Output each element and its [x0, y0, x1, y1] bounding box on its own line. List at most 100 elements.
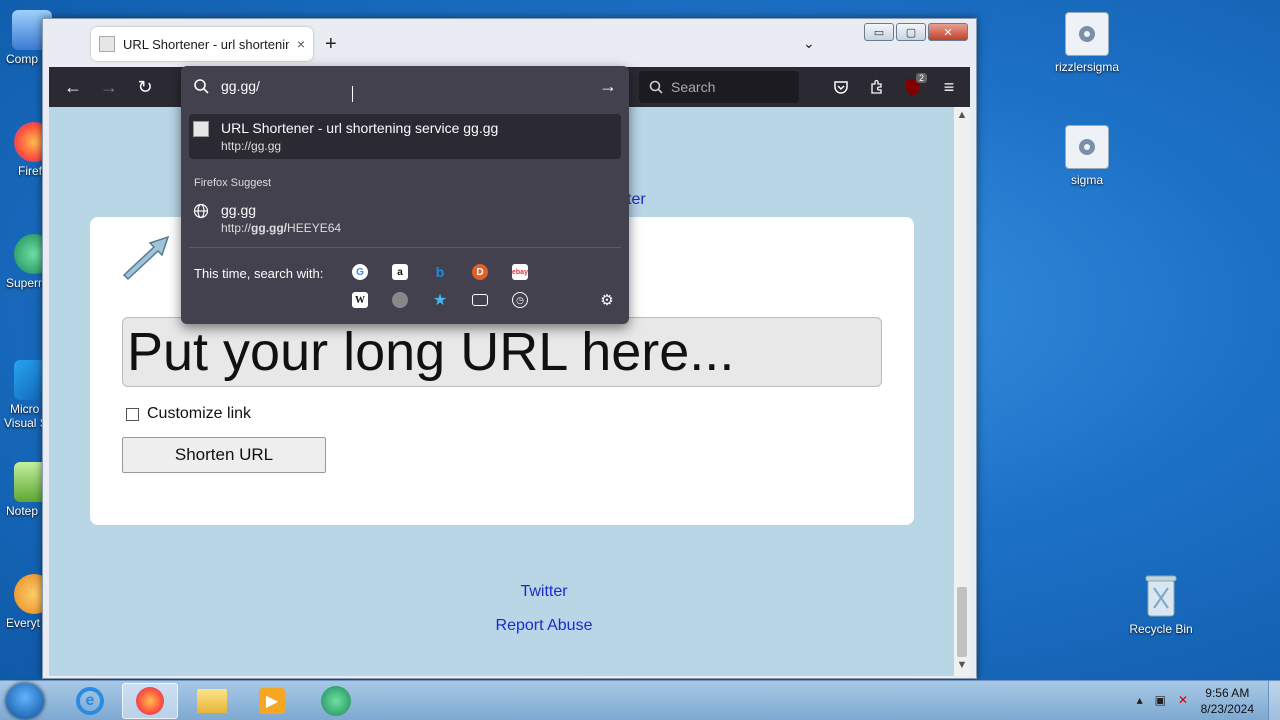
gear-file-icon [1065, 12, 1109, 56]
back-button[interactable]: ← [55, 71, 91, 103]
volume-muted-icon[interactable]: ✕ [1178, 693, 1188, 707]
taskbar-media-player[interactable]: ▶ [244, 683, 300, 719]
network-icon[interactable]: ▣ [1155, 693, 1166, 707]
desktop-icon-label: sigma [1070, 173, 1103, 187]
ublock-button[interactable]: 2 [897, 71, 929, 103]
media-player-icon: ▶ [259, 688, 285, 714]
urlbar-suggestion[interactable]: gg.gg http://gg.gg/HEEYE64 [189, 196, 621, 241]
taskbar-clock[interactable]: 9:56 AM 8/23/2024 [1201, 685, 1254, 717]
google-search-icon[interactable]: G [352, 264, 368, 280]
desktop-icon-label: Visual S [4, 416, 48, 430]
shorten-url-button[interactable]: Shorten URL [122, 437, 326, 473]
urlbar-result[interactable]: URL Shortener - url shortening service g… [189, 114, 621, 159]
desktop-icon-superm[interactable]: Superm [0, 234, 54, 290]
desktop-icon-recycle-bin[interactable]: Recycle Bin [1122, 574, 1200, 636]
customize-link-label: Customize link [147, 405, 252, 422]
desktop-icon-notepad[interactable]: Notep [0, 462, 54, 518]
customize-link-checkbox[interactable] [126, 407, 139, 421]
globe-icon [193, 203, 209, 219]
scroll-up-arrow-icon[interactable]: ▲ [954, 109, 970, 121]
firefox-suggest-header: Firefox Suggest [194, 177, 272, 189]
ebay-search-icon[interactable]: ebay [512, 264, 528, 280]
folder-icon [197, 689, 227, 713]
search-bar[interactable]: Search [639, 71, 799, 103]
amazon-search-icon[interactable]: a [392, 264, 408, 280]
long-url-input[interactable] [122, 317, 882, 387]
site-favicon-icon [99, 36, 115, 52]
minimize-button[interactable]: ▭ [864, 23, 894, 41]
taskbar-firefox[interactable] [122, 683, 178, 719]
window-controls: ▭ ▢ ✕ [864, 23, 968, 41]
clock-date: 8/23/2024 [1200, 702, 1254, 716]
taskbar-file-explorer[interactable] [184, 683, 240, 719]
search-icon [649, 80, 663, 94]
ublock-badge: 2 [915, 73, 927, 83]
suggestion-url: http://gg.gg/HEEYE64 [221, 221, 617, 235]
desktop-icon-label: Everyt [6, 616, 41, 630]
puzzle-icon [871, 79, 882, 94]
suggestion-url-host: gg.gg/ [251, 221, 288, 235]
customize-link-option[interactable]: Customize link [126, 405, 251, 423]
scrollbar-thumb[interactable] [957, 587, 967, 657]
close-window-button[interactable]: ✕ [928, 23, 968, 41]
tab-url-shortener[interactable]: URL Shortener - url shortening × [91, 27, 313, 61]
header-link[interactable]: ter [627, 191, 646, 209]
desktop-icon-firefox[interactable]: Firef [0, 122, 54, 178]
report-abuse-link[interactable]: Report Abuse [444, 617, 644, 635]
search-icon [194, 79, 209, 94]
maximize-button[interactable]: ▢ [896, 23, 926, 41]
new-tab-button[interactable]: + [325, 33, 337, 56]
forward-button[interactable]: → [91, 71, 127, 103]
desktop-icon-label: rizzlersigma [1054, 60, 1119, 74]
search-settings-gear-icon[interactable]: ⚙ [599, 292, 615, 309]
tab-title: URL Shortener - url shortening [123, 36, 289, 52]
search-engine-icon[interactable] [392, 292, 408, 308]
search-bar-placeholder: Search [671, 79, 716, 95]
suggestion-url-prefix: http:// [221, 221, 252, 235]
gear-file-icon [1065, 125, 1109, 169]
desktop-icon-sigma[interactable]: sigma [1048, 125, 1126, 187]
list-all-tabs-button[interactable]: ⌄ [803, 35, 815, 52]
clock-time: 9:56 AM [1205, 686, 1250, 700]
desktop-icon-vscode[interactable]: Micro Visual S [0, 360, 54, 430]
twitter-link[interactable]: Twitter [444, 583, 644, 601]
scroll-down-arrow-icon[interactable]: ▼ [954, 659, 970, 671]
show-desktop-button[interactable] [1268, 681, 1280, 720]
tab-close-icon[interactable]: × [297, 36, 305, 52]
go-arrow-button[interactable]: → [599, 76, 617, 97]
app-icon [321, 686, 351, 716]
app-menu-button[interactable]: ≡ [933, 71, 965, 103]
taskbar: e ▶ ▴ ▣ ✕ 9:56 AM 8/23/2024 [0, 680, 1280, 720]
desktop-icon-rizzlersigma[interactable]: rizzlersigma [1048, 12, 1126, 74]
duckduckgo-search-icon[interactable]: D [472, 264, 488, 280]
firefox-icon [136, 687, 164, 715]
taskbar-app[interactable] [308, 683, 364, 719]
search-with-label: This time, search with: [194, 266, 324, 281]
text-cursor-icon [352, 86, 354, 102]
bing-search-icon[interactable]: b [432, 264, 448, 280]
reload-button[interactable]: ↻ [127, 71, 163, 103]
taskbar-internet-explorer[interactable]: e [62, 683, 118, 719]
desktop-icon-everything[interactable]: Everyt [0, 574, 54, 630]
page-scrollbar[interactable]: ▲ ▼ [954, 107, 970, 676]
tabs-icon[interactable] [472, 294, 488, 306]
pocket-icon [834, 81, 848, 94]
suggestion-url-path: HEEYE64 [287, 221, 342, 235]
site-favicon-icon [193, 121, 209, 137]
show-hidden-icons-icon[interactable]: ▴ [1137, 693, 1143, 707]
pocket-button[interactable] [825, 71, 857, 103]
address-bar[interactable]: gg.gg/ → [181, 66, 629, 106]
history-clock-icon[interactable]: ◷ [512, 292, 528, 308]
tab-strip: URL Shortener - url shortening × + ⌄ [43, 19, 976, 67]
urlbar-dropdown: gg.gg/ → URL Shortener - url shortening … [181, 66, 629, 324]
bookmarks-star-icon[interactable]: ★ [432, 292, 448, 309]
start-button[interactable] [6, 683, 44, 719]
extensions-button[interactable] [861, 71, 893, 103]
desktop-icon-label: Recycle Bin [1129, 622, 1193, 636]
address-bar-text[interactable]: gg.gg/ [221, 78, 260, 94]
desktop-icon-label: Micro [10, 402, 40, 416]
desktop-icon-label: Comp [6, 52, 39, 66]
desktop-icon-computer[interactable]: Comp [0, 10, 52, 66]
desktop-icon-label: Notep [6, 504, 39, 518]
wikipedia-search-icon[interactable]: W [352, 292, 368, 308]
